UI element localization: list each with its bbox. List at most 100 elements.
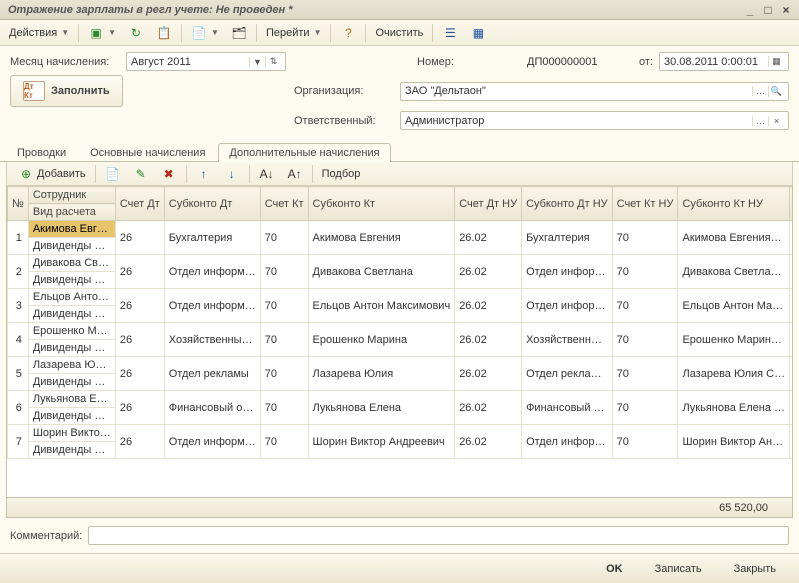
goto-menu[interactable]: Перейти ▼ <box>261 23 327 43</box>
clear-icon[interactable]: × <box>768 116 784 126</box>
cell-sub-kt[interactable]: Шорин Виктор Андреевич <box>308 425 455 459</box>
cell-calc[interactable]: Дивиденды … <box>28 238 115 255</box>
cell-sub-kt-nu[interactable]: Шорин Виктор Ан… <box>678 425 790 459</box>
cell-acc-dt[interactable]: 26 <box>115 255 164 289</box>
select-icon[interactable]: … <box>752 86 768 96</box>
cell-calc[interactable]: Дивиденды … <box>28 306 115 323</box>
subsystem2-button[interactable]: ▦ <box>465 23 491 43</box>
select-icon[interactable]: … <box>752 116 768 126</box>
cell-acc-kt[interactable]: 70 <box>260 391 308 425</box>
cell-acc-kt-nu[interactable]: 70 <box>612 425 678 459</box>
cell-sub-kt-nu[interactable]: Акимова Евгения… <box>678 221 790 255</box>
write-button[interactable]: Записать <box>642 558 715 580</box>
cell-sub-dt[interactable]: Отдел рекламы <box>164 357 260 391</box>
cell-sub-dt-nu[interactable]: Отдел инфор… <box>522 289 613 323</box>
cell-acc-kt[interactable]: 70 <box>260 289 308 323</box>
col-n[interactable]: № <box>8 187 29 221</box>
minimize-button[interactable]: _ <box>741 3 759 17</box>
cell-sub-kt-nu[interactable]: Ерошенко Марин… <box>678 323 790 357</box>
table-row[interactable]: 3Ельцов Анто…26Отдел информ…70Ельцов Ант… <box>8 289 794 306</box>
close-button[interactable]: × <box>777 3 795 17</box>
delete-button[interactable]: ✖ <box>156 164 182 184</box>
cell-acc-dt-nu[interactable]: 26.02 <box>455 391 522 425</box>
cell-emp[interactable]: Лазарева Ю… <box>28 357 115 374</box>
repost-button[interactable]: ↻ <box>123 23 149 43</box>
move-up-button[interactable]: ↑ <box>191 164 217 184</box>
cell-sub-dt[interactable]: Бухгалтерия <box>164 221 260 255</box>
cell-acc-dt-nu[interactable]: 26.02 <box>455 289 522 323</box>
table-row[interactable]: 7Шорин Викто…26Отдел информ…70Шорин Викт… <box>8 425 794 442</box>
cell-acc-dt-nu[interactable]: 26.02 <box>455 323 522 357</box>
copy-button[interactable]: 📄 <box>100 164 126 184</box>
org-input[interactable]: ЗАО "Дельтаон" … 🔍 <box>400 82 789 101</box>
comment-input[interactable] <box>88 526 789 545</box>
table-row[interactable]: 4Ерошенко М…26Хозяйственны…70Ерошенко Ма… <box>8 323 794 340</box>
cell-calc[interactable]: Дивиденды … <box>28 340 115 357</box>
ok-button[interactable]: OK <box>593 558 636 580</box>
col-emp[interactable]: Сотрудник <box>28 187 115 204</box>
cell-sub-dt[interactable]: Финансовый о… <box>164 391 260 425</box>
cell-sub-kt[interactable]: Лазарева Юлия <box>308 357 455 391</box>
col-acc-kt-nu[interactable]: Счет Кт НУ <box>612 187 678 221</box>
cell-emp[interactable]: Ерошенко М… <box>28 323 115 340</box>
table-row[interactable]: 5Лазарева Ю…26Отдел рекламы70Лазарева Юл… <box>8 357 794 374</box>
cell-acc-kt-nu[interactable]: 70 <box>612 289 678 323</box>
cell-acc-dt[interactable]: 26 <box>115 221 164 255</box>
table-row[interactable]: 2Дивакова Св…26Отдел информ…70Дивакова С… <box>8 255 794 272</box>
cell-sub-dt-nu[interactable]: Отдел инфор… <box>522 425 613 459</box>
cell-emp[interactable]: Шорин Викто… <box>28 425 115 442</box>
cell-sub-kt-nu[interactable]: Лазарева Юлия С… <box>678 357 790 391</box>
cell-sub-dt-nu[interactable]: Хозяйственн… <box>522 323 613 357</box>
cell-emp[interactable]: Ельцов Анто… <box>28 289 115 306</box>
table-row[interactable]: 1Акимова Евг…26Бухгалтерия70Акимова Евге… <box>8 221 794 238</box>
help-button[interactable]: ? <box>335 23 361 43</box>
cell-acc-kt[interactable]: 70 <box>260 255 308 289</box>
col-acc-kt[interactable]: Счет Кт <box>260 187 308 221</box>
add-button[interactable]: ⊕ Добавить <box>13 164 91 184</box>
cell-sub-kt[interactable]: Ельцов Антон Максимович <box>308 289 455 323</box>
table[interactable]: № Сотрудник Счет Дт Субконто Дт Счет Кт … <box>6 186 793 498</box>
cell-sub-dt[interactable]: Хозяйственны… <box>164 323 260 357</box>
move-down-button[interactable]: ↓ <box>219 164 245 184</box>
cell-acc-dt-nu[interactable]: 26.02 <box>455 357 522 391</box>
cell-acc-dt[interactable]: 26 <box>115 391 164 425</box>
cell-calc[interactable]: Дивиденды … <box>28 374 115 391</box>
cell-acc-dt-nu[interactable]: 26.02 <box>455 425 522 459</box>
cell-sub-dt[interactable]: Отдел информ… <box>164 289 260 323</box>
cell-sub-kt-nu[interactable]: Ельцов Антон Ма… <box>678 289 790 323</box>
cell-acc-kt-nu[interactable]: 70 <box>612 255 678 289</box>
cell-acc-dt-nu[interactable]: 26.02 <box>455 255 522 289</box>
pick-button[interactable]: Подбор <box>317 164 366 184</box>
post-button[interactable]: ▣▼ <box>83 23 121 43</box>
col-sub-dt-nu[interactable]: Субконто Дт НУ <box>522 187 613 221</box>
col-sub-kt-nu[interactable]: Субконто Кт НУ <box>678 187 790 221</box>
stepper-icon[interactable]: ⇅ <box>265 56 281 67</box>
cell-acc-kt-nu[interactable]: 70 <box>612 391 678 425</box>
sort-desc-button[interactable]: A↑ <box>282 164 308 184</box>
cell-acc-dt[interactable]: 26 <box>115 323 164 357</box>
cell-acc-kt[interactable]: 70 <box>260 221 308 255</box>
cell-sub-kt[interactable]: Дивакова Светлана <box>308 255 455 289</box>
cell-sub-dt-nu[interactable]: Финансовый … <box>522 391 613 425</box>
sort-asc-button[interactable]: A↓ <box>254 164 280 184</box>
cell-acc-dt[interactable]: 26 <box>115 425 164 459</box>
cell-sub-kt[interactable]: Акимова Евгения <box>308 221 455 255</box>
structure-button[interactable]: 🗂 <box>226 23 252 43</box>
col-sub-kt[interactable]: Субконто Кт <box>308 187 455 221</box>
cell-sub-dt-nu[interactable]: Бухгалтерия <box>522 221 613 255</box>
cell-sub-dt[interactable]: Отдел информ… <box>164 425 260 459</box>
cell-acc-kt-nu[interactable]: 70 <box>612 323 678 357</box>
cell-sub-dt[interactable]: Отдел информ… <box>164 255 260 289</box>
table-row[interactable]: 6Лукьянова Е…26Финансовый о…70Лукьянова … <box>8 391 794 408</box>
cell-acc-dt-nu[interactable]: 26.02 <box>455 221 522 255</box>
tab-main-accruals[interactable]: Основные начисления <box>79 143 216 162</box>
cell-acc-dt[interactable]: 26 <box>115 357 164 391</box>
report-button[interactable]: 📄▼ <box>186 23 224 43</box>
cell-sub-kt[interactable]: Лукьянова Елена <box>308 391 455 425</box>
cell-acc-kt-nu[interactable]: 70 <box>612 357 678 391</box>
cell-acc-dt[interactable]: 26 <box>115 289 164 323</box>
edit-button[interactable]: ✎ <box>128 164 154 184</box>
cell-calc[interactable]: Дивиденды … <box>28 442 115 459</box>
calendar-icon[interactable]: ▦ <box>768 56 784 67</box>
resp-input[interactable]: Администратор … × <box>400 111 789 130</box>
